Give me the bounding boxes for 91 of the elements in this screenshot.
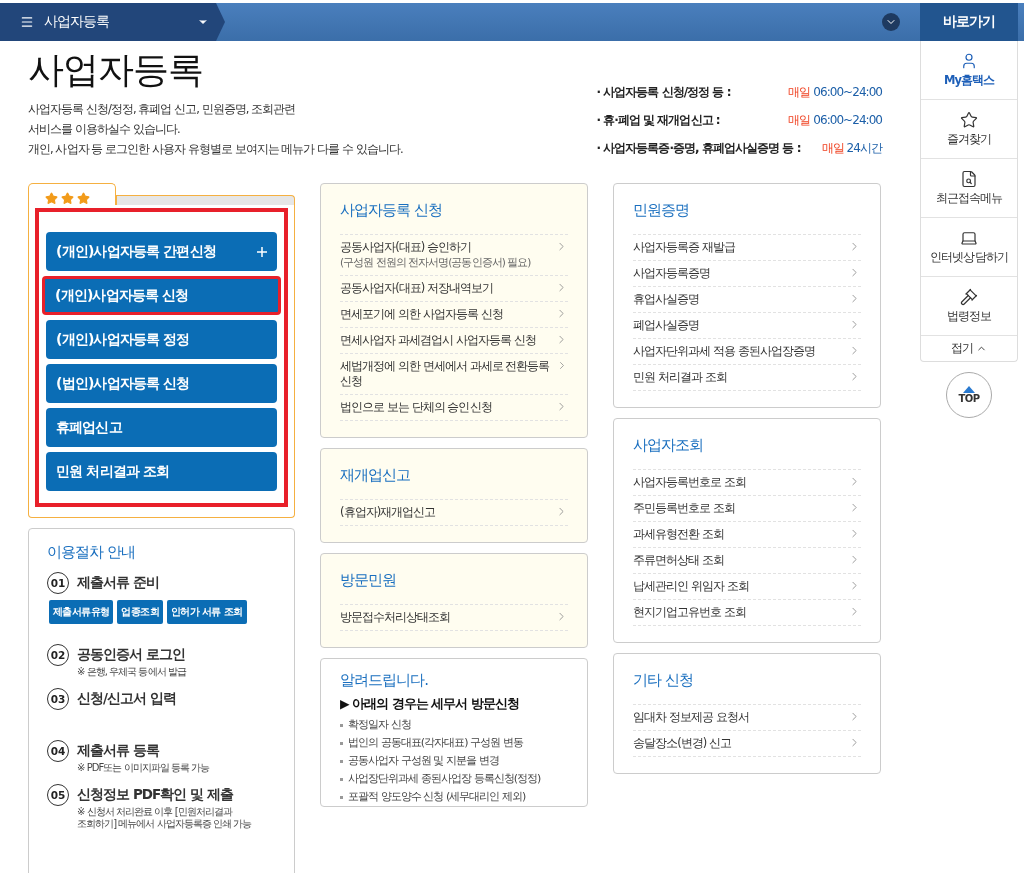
menu-link[interactable]: 민원 처리결과 조회: [633, 364, 861, 391]
bullet-icon: [340, 795, 343, 799]
hours-label: · 사업자등록 신청/정정 등 :: [596, 84, 732, 101]
bullet-icon: [340, 759, 343, 763]
star-icon: [45, 192, 58, 205]
menu-link[interactable]: 사업자등록증명: [633, 260, 861, 286]
document-search-icon: [960, 170, 978, 188]
person-icon: [960, 52, 978, 70]
menu-link[interactable]: 법인으로 보는 단체의 승인신청: [340, 394, 568, 421]
menu-link[interactable]: 과세유형전환 조회: [633, 521, 861, 547]
menu-icon: [20, 15, 34, 29]
step-title: 제출서류 등록: [77, 742, 159, 760]
menu-link[interactable]: 방문접수처리상태조회: [340, 604, 568, 631]
lookup-button[interactable]: 제출서류유형: [49, 600, 114, 624]
step-title: 공동인증서 로그인: [77, 646, 186, 664]
star-icon: [77, 192, 90, 205]
menu-link[interactable]: (휴업자)재개업신고: [340, 499, 568, 526]
bullet-icon: [340, 741, 343, 745]
menu-button[interactable]: (개인)사업자등록 정정: [46, 320, 277, 359]
gavel-icon: [960, 288, 978, 306]
hours-label: · 사업자등록증·증명, 휴폐업사실증명 등 :: [596, 140, 801, 157]
step-note: ※ 신청서 처리완료 이후 [민원처리결과 조회하기] 메뉴에서 사업자등록증 인쇄 가능: [77, 806, 253, 830]
menu-button[interactable]: (법인)사업자등록 신청: [46, 364, 277, 403]
menu-title: 사업자등록: [44, 13, 111, 31]
menu-link[interactable]: 폐업사실증명: [633, 312, 861, 338]
hours-value: 매일 06:00~24:00: [788, 112, 882, 129]
card-title: 민원증명: [633, 201, 691, 220]
notice-item: 확정일자 신청: [348, 717, 411, 733]
star-icon: [61, 192, 74, 205]
page-title: 사업자등록: [28, 48, 205, 92]
lookup-button[interactable]: 업종조회: [117, 600, 163, 624]
menu-link[interactable]: 임대차 정보제공 요청서: [633, 704, 861, 730]
menu-link[interactable]: 주류면허상태 조회: [633, 547, 861, 573]
description-text: 서비스를 이용하실수 있습니다.: [28, 121, 181, 138]
side-menu-item[interactable]: 최근접속메뉴: [921, 159, 1017, 218]
menu-button[interactable]: 민원 처리결과 조회: [46, 452, 277, 491]
bullet-icon: [340, 777, 343, 781]
card-title: 기타 신청: [633, 671, 694, 690]
card-title: 알려드립니다.: [340, 671, 430, 690]
menu-link[interactable]: 공동사업자(대표) 저장내역보기: [340, 275, 568, 301]
card-title: 사업자등록 신청: [340, 201, 444, 220]
hours-value: 매일 06:00~24:00: [788, 84, 882, 101]
triangle-icon: [963, 386, 975, 393]
side-menu-item[interactable]: 법령정보: [921, 277, 1017, 336]
star-icon: [960, 111, 978, 129]
menu-link[interactable]: 사업자단위과세 적용 종된사업장증명: [633, 338, 861, 364]
menu-link[interactable]: 현지기업고유번호 조회: [633, 599, 861, 626]
bullet-icon: [340, 723, 343, 727]
hours-value: 매일 24시간: [821, 140, 882, 157]
card-title: 사업자조회: [633, 436, 705, 455]
collapse-button[interactable]: 접기: [921, 336, 1017, 361]
card-title: 방문민원: [340, 571, 398, 590]
notice-item: 법인의 공동대표(각자대표) 구성원 변동: [348, 735, 523, 751]
lookup-button[interactable]: 인허가 서류 조회: [167, 600, 247, 624]
menu-link[interactable]: 공동사업자(대표) 승인하기 (구성원 전원의 전자서명(공동인증서) 필요): [340, 234, 568, 275]
step-note: ※ 은행, 우체국 등에서 발급: [77, 666, 188, 678]
menu-link[interactable]: 주민등록번호로 조회: [633, 495, 861, 521]
menu-button[interactable]: (개인)사업자등록 신청: [42, 276, 281, 315]
description-text: 개인, 사업자 등 로그인한 사용자 유형별로 보여지는 메뉴가 다를 수 있습니다.: [28, 141, 403, 158]
menu-link[interactable]: 세법개정에 의한 면세에서 과세로 전환등록 신청: [340, 353, 568, 394]
expand-icon: [257, 246, 267, 257]
menu-link[interactable]: 납세관리인 위임자 조회: [633, 573, 861, 599]
menu-link[interactable]: 면세사업자 과세겸업시 사업자등록 신청: [340, 327, 568, 353]
menu-button[interactable]: 휴폐업신고: [46, 408, 277, 447]
laptop-icon: [960, 229, 978, 247]
notice-heading: ▶ 아래의 경우는 세무서 방문신청: [340, 696, 520, 713]
side-menu-item[interactable]: 즐겨찾기: [921, 100, 1017, 159]
step-title: 신청정보 PDF확인 및 제출: [77, 786, 234, 804]
menu-button[interactable]: (개인)사업자등록 간편신청: [46, 232, 277, 271]
step-title: 신청/신고서 입력: [77, 690, 176, 708]
card-title: 재개업신고: [340, 466, 412, 485]
top-button[interactable]: TOP: [946, 372, 992, 418]
menu-link[interactable]: 휴업사실증명: [633, 286, 861, 312]
step-note: ※ PDF또는 이미지파일 등록 가능: [77, 762, 211, 774]
menu-bar[interactable]: 사업자등록: [0, 3, 225, 41]
hours-label: · 휴·폐업 및 재개업신고 :: [596, 112, 721, 129]
side-menu-item[interactable]: My홈택스: [921, 41, 1017, 100]
menu-link[interactable]: 사업자등록증 재발급: [633, 234, 861, 260]
quick-link-header: 바로가기: [920, 3, 1018, 41]
notice-item: 공동사업자 구성원 및 지분을 변경: [348, 753, 499, 769]
step-title: 제출서류 준비: [77, 574, 159, 592]
description-text: 사업자등록 신청/정정, 휴폐업 신고, 민원증명, 조회관련: [28, 101, 297, 118]
menu-link[interactable]: 사업자등록번호로 조회: [633, 469, 861, 495]
side-menu-item[interactable]: 인터넷상담하기: [921, 218, 1017, 277]
favorites-tab[interactable]: [28, 183, 116, 205]
notice-item: 포괄적 양도양수 신청 (세무대리인 제외): [348, 789, 526, 805]
menu-link[interactable]: 송달장소(변경) 신고: [633, 730, 861, 757]
menu-link[interactable]: 면세포기에 의한 사업자등록 신청: [340, 301, 568, 327]
notice-item: 사업장단위과세 종된사업장 등록신청(정정): [348, 771, 541, 787]
card-title: 이용절차 안내: [47, 543, 137, 562]
dropdown-button[interactable]: [882, 13, 900, 31]
